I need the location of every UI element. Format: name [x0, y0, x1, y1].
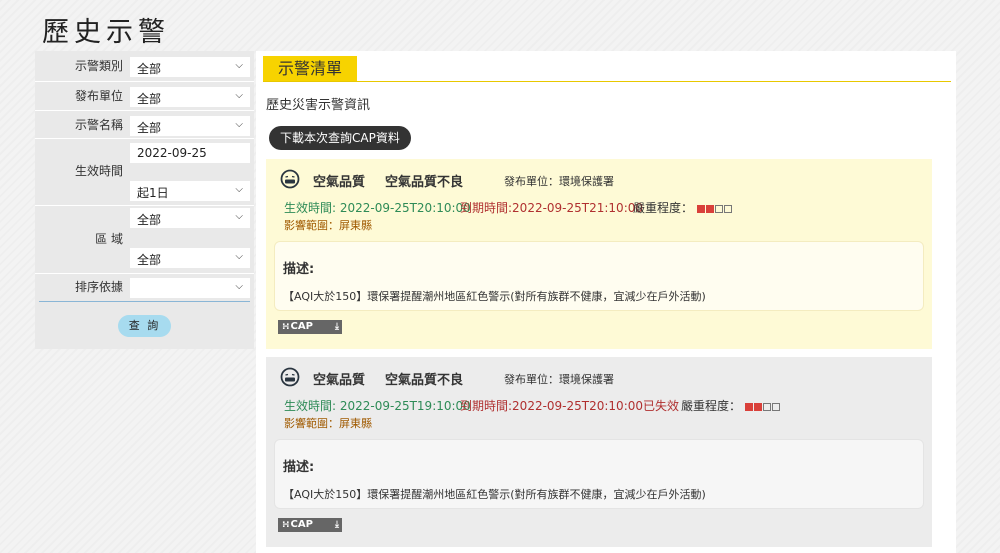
alert-card: 空氣品質 空氣品質不良 發布單位：環境保護署 生效時間: 2022-09-25T…: [266, 357, 932, 547]
alert-name: 空氣品質不良: [385, 373, 464, 388]
alert-list-panel: 示警清單 歷史災害示警資訊 下載本次查詢CAP資料 空氣品質 空氣品質不良 發布…: [256, 51, 956, 553]
sick-face-icon: [280, 169, 300, 189]
effective-date-input[interactable]: 2022-09-25: [130, 143, 250, 163]
chevron-down-icon: ⌵: [235, 184, 243, 195]
issuer-select[interactable]: 全部 ⌵: [130, 87, 250, 107]
severity-box: [714, 205, 723, 213]
divider: [35, 110, 254, 111]
severity-box: [723, 205, 732, 213]
rss-icon: ∺: [282, 322, 290, 332]
description-label: 描述:: [283, 460, 315, 475]
tab-alert-list[interactable]: 示警清單: [263, 56, 358, 81]
severity-box: [753, 403, 762, 411]
sort-select[interactable]: ⌵: [130, 278, 250, 298]
alert-description: 【AQI大於150】環保署提醒潮州地區紅色警示(對所有族群不健康，宜減少在戶外活…: [283, 488, 706, 501]
chevron-down-icon: ⌵: [235, 60, 243, 71]
chevron-down-icon: ⌵: [235, 281, 243, 292]
cap-label: CAP: [290, 321, 313, 332]
filter-issuer-label: 發布單位: [74, 89, 123, 103]
alert-description-box: 描述: 【AQI大於150】環保署提醒潮州地區紅色警示(對所有族群不健康，宜減少…: [274, 241, 924, 311]
alert-area: 影響範圍：屏東縣: [284, 219, 372, 232]
chevron-down-icon: ⌵: [235, 119, 243, 130]
severity-box: [705, 205, 714, 213]
severity-box: [744, 403, 753, 411]
list-subtitle: 歷史災害示警資訊: [266, 98, 371, 113]
download-arrow-icon: ⤓: [335, 322, 339, 332]
alert-name: 空氣品質不良: [385, 175, 464, 190]
effective-date-value: 2022-09-25: [137, 146, 207, 160]
issuer-value: 全部: [137, 92, 162, 106]
description-label: 描述:: [283, 262, 315, 277]
chevron-down-icon: ⌵: [235, 90, 243, 101]
divider: [263, 81, 951, 82]
filter-alert-name-label: 示警名稱: [74, 118, 123, 132]
severity-box: [696, 205, 705, 213]
region-county-value: 全部: [137, 213, 162, 227]
alert-area: 影響範圍：屏東縣: [284, 417, 372, 430]
divider: [35, 81, 254, 82]
region-town-select[interactable]: 全部 ⌵: [130, 248, 250, 268]
alert-type-value: 全部: [137, 62, 162, 76]
rss-icon: ∺: [282, 520, 290, 530]
divider: [39, 301, 250, 302]
alert-type-select[interactable]: 全部 ⌵: [130, 57, 250, 77]
chevron-down-icon: ⌵: [235, 251, 243, 262]
cap-download-button[interactable]: ∺CAP ⤓: [278, 518, 342, 532]
divider: [35, 273, 254, 274]
alert-severity: 嚴重程度：: [681, 397, 781, 414]
filter-effective-time-label: 生效時間: [74, 164, 123, 178]
page-title: 歷史示警: [42, 17, 170, 48]
cap-label: CAP: [290, 519, 313, 530]
sick-face-icon: [280, 367, 300, 387]
alert-issuer: 發布單位：環境保護署: [504, 175, 614, 188]
severity-box: [762, 403, 771, 411]
filter-alert-type-label: 示警類別: [74, 59, 123, 73]
alert-issuer: 發布單位：環境保護署: [504, 373, 614, 386]
alert-effective-time: 生效時間: 2022-09-25T19:10:00: [284, 399, 471, 413]
filter-region-label: 區 域: [95, 232, 123, 246]
alert-category: 空氣品質: [313, 175, 366, 190]
query-button[interactable]: 查 詢: [118, 315, 171, 337]
alert-expiry-time: 到期時間:2022-09-25T21:10:00: [460, 201, 644, 215]
divider: [35, 138, 254, 139]
severity-indicator: [696, 201, 733, 215]
severity-box: [771, 403, 780, 411]
region-town-value: 全部: [137, 253, 162, 267]
chevron-down-icon: ⌵: [235, 211, 243, 222]
alert-description-box: 描述: 【AQI大於150】環保署提醒潮州地區紅色警示(對所有族群不健康，宜減少…: [274, 439, 924, 509]
severity-indicator: [744, 399, 781, 413]
alert-severity: 嚴重程度：: [633, 199, 733, 216]
alert-description: 【AQI大於150】環保署提醒潮州地區紅色警示(對所有族群不健康，宜減少在戶外活…: [283, 290, 706, 303]
download-cap-button[interactable]: 下載本次查詢CAP資料: [269, 126, 411, 150]
alert-card: 空氣品質 空氣品質不良 發布單位：環境保護署 生效時間: 2022-09-25T…: [266, 159, 932, 349]
effective-range-select[interactable]: 起1日 ⌵: [130, 181, 250, 201]
divider: [35, 205, 254, 206]
cap-download-button[interactable]: ∺CAP ⤓: [278, 320, 342, 334]
region-county-select[interactable]: 全部 ⌵: [130, 208, 250, 228]
filter-sidebar: 示警類別 全部 ⌵ 發布單位 全部 ⌵ 示警名稱 全部 ⌵ 生效時間 2022-…: [35, 51, 254, 349]
alert-name-select[interactable]: 全部 ⌵: [130, 116, 250, 136]
severity-label: 嚴重程度：: [633, 201, 694, 215]
alert-category: 空氣品質: [313, 373, 366, 388]
alert-effective-time: 生效時間: 2022-09-25T20:10:00: [284, 201, 471, 215]
alert-expiry-time: 到期時間:2022-09-25T20:10:00已失效: [460, 399, 680, 413]
severity-label: 嚴重程度：: [681, 399, 742, 413]
filter-sort-label: 排序依據: [74, 280, 123, 294]
effective-range-value: 起1日: [137, 186, 169, 200]
alert-name-value: 全部: [137, 121, 162, 135]
download-arrow-icon: ⤓: [335, 520, 339, 530]
